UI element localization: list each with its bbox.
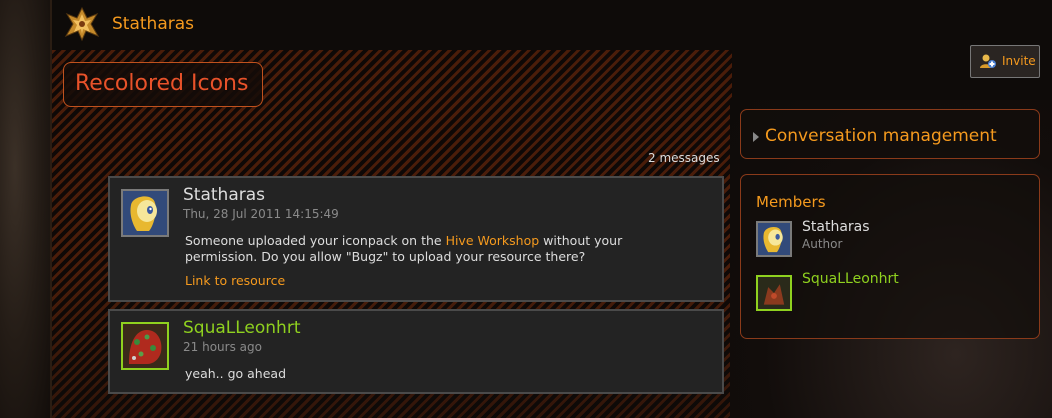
message-body-text: Someone uploaded your iconpack on the xyxy=(185,233,446,248)
triangle-right-icon xyxy=(753,132,759,142)
conversation-title: Recolored Icons xyxy=(75,71,249,96)
conversation-title-box: Recolored Icons xyxy=(63,62,263,107)
pony-avatar-icon xyxy=(758,223,790,255)
message-body: Someone uploaded your iconpack on the Hi… xyxy=(185,233,685,265)
conversation-management-label[interactable]: Conversation management xyxy=(765,126,997,146)
link-to-resource[interactable]: Link to resource xyxy=(185,273,285,289)
message-body: yeah.. go ahead xyxy=(185,366,287,381)
members-heading: Members xyxy=(756,193,826,211)
left-background xyxy=(0,0,50,418)
member-name[interactable]: SquaLLeonhrt xyxy=(802,271,899,287)
message-author[interactable]: SquaLLeonhrt xyxy=(183,318,300,338)
message-date: Thu, 28 Jul 2011 14:15:49 xyxy=(183,207,339,221)
conversation-management-panel[interactable]: Conversation management xyxy=(740,109,1040,159)
avatar[interactable] xyxy=(121,189,169,237)
member-role: Author xyxy=(802,237,843,251)
invite-button[interactable]: Invite xyxy=(970,45,1040,78)
creature-avatar-icon xyxy=(123,324,167,368)
avatar[interactable] xyxy=(121,322,169,370)
member-name[interactable]: Statharas xyxy=(802,219,870,235)
creature-avatar-icon xyxy=(758,277,790,309)
users-add-icon xyxy=(980,54,996,68)
message-2: SquaLLeonhrt 21 hours ago yeah.. go ahea… xyxy=(108,309,724,394)
protoss-emblem-icon[interactable] xyxy=(64,6,100,42)
invite-label: Invite xyxy=(1002,54,1036,68)
message-author[interactable]: Statharas xyxy=(183,185,265,205)
member-avatar[interactable] xyxy=(756,275,792,311)
pony-avatar-icon xyxy=(123,191,167,235)
member-avatar[interactable] xyxy=(756,221,792,257)
message-count: 2 messages xyxy=(648,151,720,165)
message-1: Statharas Thu, 28 Jul 2011 14:15:49 Some… xyxy=(108,176,724,302)
message-date: 21 hours ago xyxy=(183,340,262,354)
hive-workshop-link[interactable]: Hive Workshop xyxy=(446,233,540,248)
owner-name-link[interactable]: Statharas xyxy=(112,14,194,34)
members-panel: Members Statharas Author SquaLLeonhrt xyxy=(740,174,1040,339)
